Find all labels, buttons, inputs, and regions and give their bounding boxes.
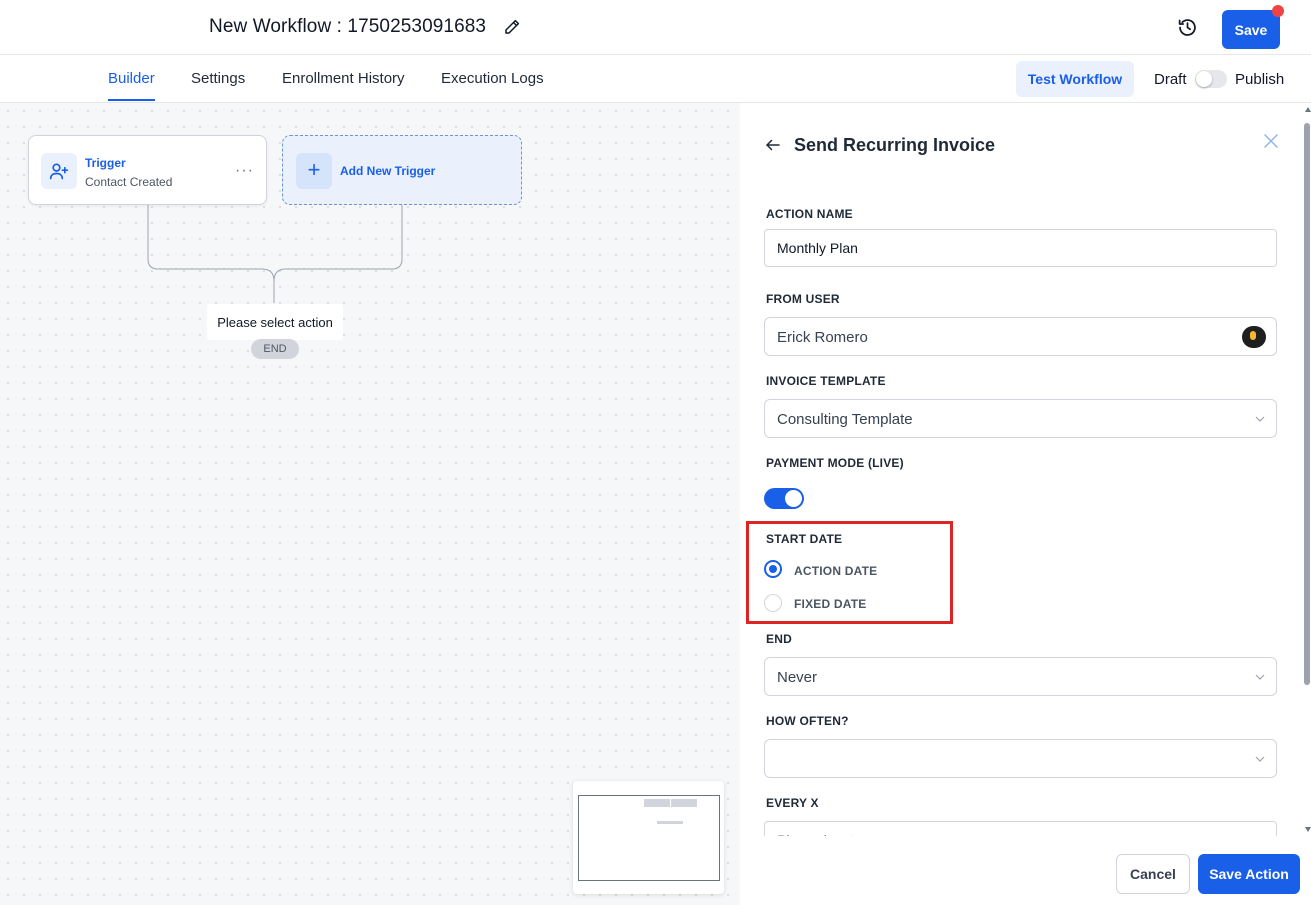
add-new-trigger-label: Add New Trigger xyxy=(340,164,436,178)
select-action-node[interactable]: Please select action xyxy=(207,304,343,340)
trigger-icon-box xyxy=(41,153,77,189)
chevron-down-icon xyxy=(1255,674,1265,680)
more-options-icon[interactable]: ··· xyxy=(235,162,254,180)
panel-title: Send Recurring Invoice xyxy=(794,135,996,155)
start-date-label: START DATE xyxy=(766,532,843,546)
end-value: Never xyxy=(777,669,818,686)
fixed-date-label[interactable]: FIXED DATE xyxy=(794,597,866,611)
action-name-label: ACTION NAME xyxy=(766,207,853,221)
end-label: END xyxy=(766,632,792,646)
invoice-template-value: Consulting Template xyxy=(777,411,913,428)
tab-bar: Builder Settings Enrollment History Exec… xyxy=(0,55,1311,103)
chevron-down-icon xyxy=(1255,416,1265,422)
user-avatar-icon xyxy=(1242,326,1266,348)
minimap-trigger-block xyxy=(644,799,670,807)
action-date-radio[interactable] xyxy=(764,560,782,578)
scroll-up-arrow[interactable] xyxy=(1305,107,1311,112)
action-date-label[interactable]: ACTION DATE xyxy=(794,564,877,578)
action-settings-panel: Send Recurring Invoice ACTION NAME FROM … xyxy=(740,103,1311,905)
close-icon[interactable] xyxy=(1262,132,1280,150)
end-select[interactable]: Never xyxy=(764,657,1277,696)
tab-enrollment-history[interactable]: Enrollment History xyxy=(282,70,405,87)
unsaved-indicator-dot xyxy=(1272,5,1284,17)
cancel-button[interactable]: Cancel xyxy=(1116,854,1190,894)
user-plus-icon xyxy=(49,163,69,180)
every-x-label: EVERY X xyxy=(766,796,819,810)
scroll-down-arrow[interactable] xyxy=(1305,827,1311,832)
workflow-canvas[interactable]: Trigger Contact Created ··· + Add New Tr… xyxy=(0,103,740,905)
tab-builder[interactable]: Builder xyxy=(108,70,155,87)
draft-label: Draft xyxy=(1154,71,1187,88)
fixed-date-radio[interactable] xyxy=(764,594,782,612)
test-workflow-button[interactable]: Test Workflow xyxy=(1016,61,1134,97)
workflow-title: New Workflow : 1750253091683 xyxy=(209,16,487,37)
trigger-title: Trigger xyxy=(85,156,126,170)
trigger-node[interactable]: Trigger Contact Created ··· xyxy=(28,135,267,205)
pencil-edit-icon[interactable] xyxy=(503,18,521,36)
publish-toggle[interactable] xyxy=(1195,70,1227,88)
from-user-label: FROM USER xyxy=(766,292,840,306)
publish-label: Publish xyxy=(1235,71,1285,88)
add-new-trigger-node[interactable]: + Add New Trigger xyxy=(282,135,522,205)
from-user-select[interactable]: Erick Romero xyxy=(764,317,1277,356)
plus-icon: + xyxy=(296,153,332,189)
from-user-value: Erick Romero xyxy=(777,329,868,346)
end-node: END xyxy=(251,339,299,359)
chevron-down-icon xyxy=(1255,756,1265,762)
payment-mode-toggle[interactable] xyxy=(764,488,804,509)
active-tab-indicator xyxy=(108,99,155,101)
history-clock-icon[interactable] xyxy=(1177,17,1198,38)
trigger-subtitle: Contact Created xyxy=(85,175,173,189)
how-often-select[interactable] xyxy=(764,739,1277,778)
save-action-button[interactable]: Save Action xyxy=(1198,854,1300,894)
invoice-template-select[interactable]: Consulting Template xyxy=(764,399,1277,438)
tab-execution-logs[interactable]: Execution Logs xyxy=(441,70,544,87)
action-name-input[interactable] xyxy=(764,229,1277,267)
arrow-left-icon[interactable] xyxy=(764,136,782,154)
minimap-action-block xyxy=(657,821,683,824)
top-bar: New Workflow : 1750253091683 Save xyxy=(0,0,1311,55)
how-often-label: HOW OFTEN? xyxy=(766,714,849,728)
canvas-minimap[interactable] xyxy=(573,781,724,894)
panel-scrollbar-thumb[interactable] xyxy=(1304,123,1310,685)
minimap-add-trigger-block xyxy=(671,799,697,807)
invoice-template-label: INVOICE TEMPLATE xyxy=(766,374,886,388)
minimap-viewport[interactable] xyxy=(578,795,720,881)
tab-settings[interactable]: Settings xyxy=(191,70,245,87)
save-button[interactable]: Save xyxy=(1222,10,1280,49)
payment-mode-label: PAYMENT MODE (LIVE) xyxy=(766,456,904,470)
